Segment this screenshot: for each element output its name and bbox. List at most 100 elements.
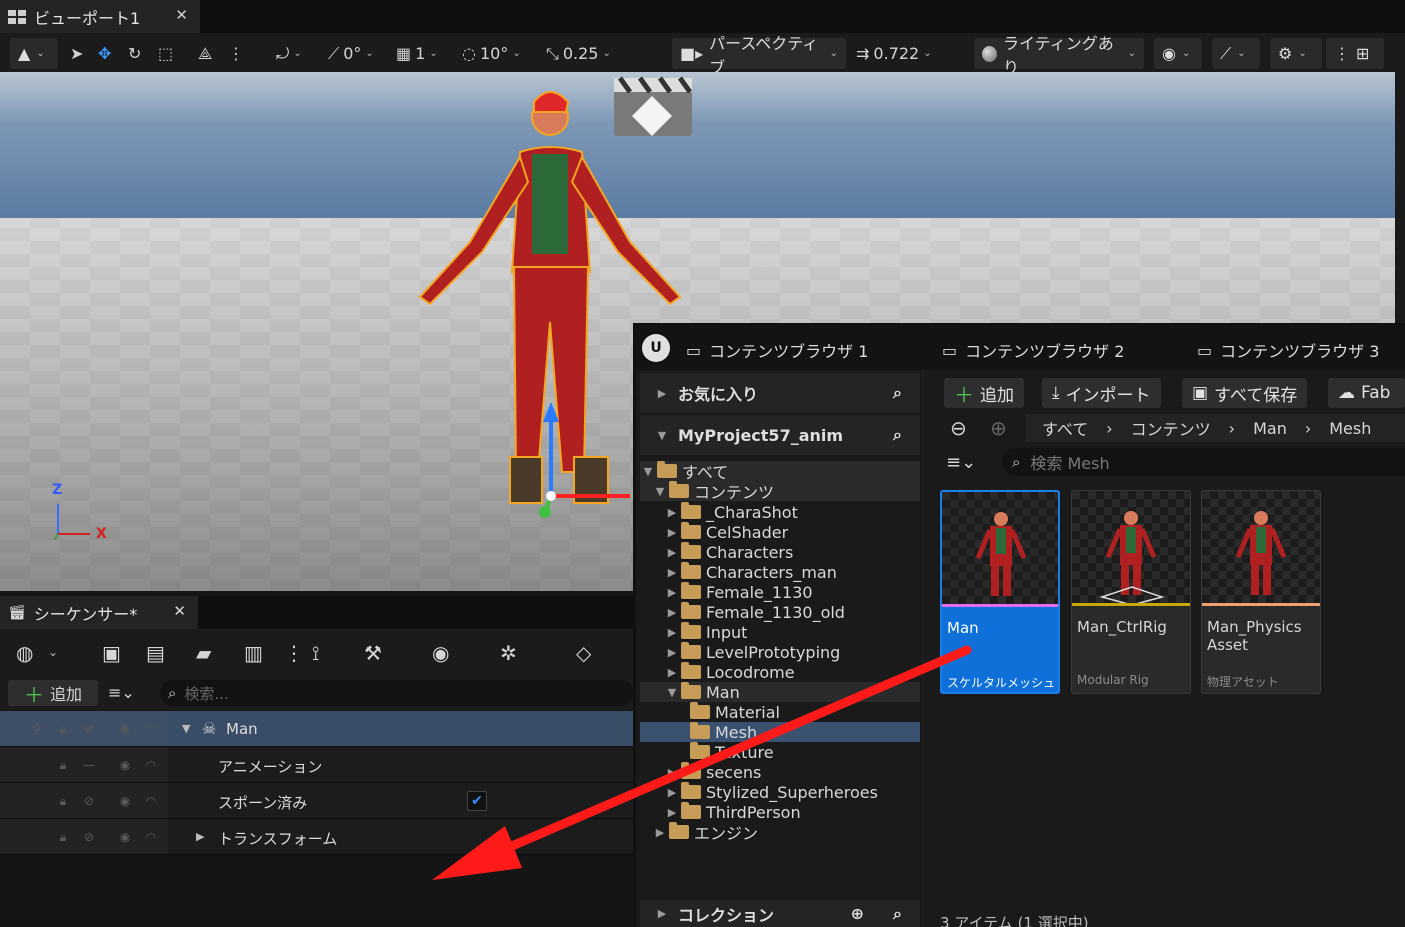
select-tool-button[interactable]: ➤ — [70, 40, 83, 67]
track-row-man[interactable]: ⚲ 🔒︎ ⊘ ◉ ◠ ▼ ☠ Man — [0, 711, 633, 747]
wrench-icon[interactable]: ⚒ — [364, 641, 382, 665]
tree-item-folder[interactable]: ▶ secens — [666, 762, 761, 782]
tree-item-folder[interactable]: ▶ Stylized_Superheroes — [666, 782, 878, 802]
more-options-icon[interactable]: ⋮ — [284, 641, 304, 665]
select-mode-dropdown[interactable]: ▲ ⌄ — [10, 38, 58, 69]
asset-tile-physics[interactable]: Man_Physics Asset 物理アセット — [1201, 490, 1321, 694]
snap-settings-icon[interactable]: ✲ — [500, 641, 517, 665]
surface-snap-dropdown[interactable]: ⤾ ⌄ — [276, 40, 302, 67]
grid-snap-dropdown[interactable]: ▦ 1 ⌄ — [396, 40, 438, 67]
scale-snap-dropdown[interactable]: ⤡ 0.25 ⌄ — [546, 40, 611, 67]
solo-icon[interactable]: ◠ — [144, 830, 158, 844]
search-icon[interactable]: ⌕ — [893, 425, 902, 445]
tree-item-folder[interactable]: ▶ Characters — [666, 542, 793, 562]
add-collection-icon[interactable]: ⊕ — [851, 904, 864, 923]
track-row-transform[interactable]: 🔒︎ ⊘ ◉ ◠ ▶ トランスフォーム — [0, 819, 633, 855]
keyframe-icon[interactable]: ◇ — [576, 641, 591, 665]
realtime-dropdown[interactable]: ⟋ ⌄ — [1212, 38, 1260, 69]
curve-editor-icon[interactable]: ⟟ — [312, 641, 319, 665]
tree-item-texture[interactable]: Texture — [690, 742, 774, 762]
tree-item-all[interactable]: ▼ すべて — [642, 461, 728, 482]
tree-item-folder[interactable]: ▶ LevelPrototyping — [666, 642, 840, 662]
coordinate-system-button[interactable]: ⟁ — [198, 40, 212, 67]
clapboard-icon[interactable]: ▥ — [244, 641, 263, 665]
unreal-logo-icon[interactable]: U — [642, 334, 670, 362]
tree-item-folder[interactable]: ▶ ThirdPerson — [666, 802, 801, 822]
tree-item-folder[interactable]: ▶ _CharaShot — [666, 502, 798, 522]
eye-icon[interactable]: ◉ — [118, 794, 132, 808]
pin-icon[interactable]: ⚲ — [30, 722, 44, 736]
world-icon[interactable]: ◍ — [16, 641, 33, 665]
tree-item-material[interactable]: Material — [690, 702, 780, 722]
camera-speed-dropdown[interactable]: ⇉ 0.722 ⌄ — [856, 40, 932, 67]
filter-icon[interactable]: ≡⌄ — [946, 452, 976, 473]
perspective-dropdown[interactable]: ■▸ パースペクティブ ⌄ — [672, 34, 846, 77]
solo-icon[interactable]: ◠ — [144, 794, 158, 808]
solo-icon[interactable]: ◠ — [144, 722, 158, 736]
tab-content-browser-3[interactable]: ▭ コンテンツブラウザ 3 — [1197, 338, 1379, 362]
render-movie-icon[interactable]: ▰ — [196, 641, 211, 665]
sequencer-search-field[interactable]: ⌕ 検索... — [160, 680, 633, 706]
close-icon[interactable]: ✕ — [173, 602, 186, 620]
tree-item-engine[interactable]: ▶ エンジン — [654, 822, 758, 843]
track-row-spawned[interactable]: 🔒︎ ⊘ ◉ ◠ スポーン済み ✔ — [0, 783, 633, 819]
scale-tool-button[interactable]: ⬚ — [158, 40, 173, 67]
eye-icon[interactable]: ◉ — [118, 722, 132, 736]
tree-item-folder[interactable]: ▶ Female_1130 — [666, 582, 813, 602]
save-sequence-icon[interactable]: ▣ — [102, 641, 121, 665]
back-icon[interactable]: ⊖ — [950, 416, 967, 440]
viewport-tab[interactable]: ビューポート1 ✕ — [0, 0, 200, 33]
add-button[interactable]: ＋ 追加 — [944, 378, 1024, 408]
deactivate-icon[interactable]: ⊘ — [82, 722, 96, 736]
tree-item-folder[interactable]: ▶ Input — [666, 622, 747, 642]
save-all-button[interactable]: ▣ すべて保存 — [1182, 378, 1308, 408]
fab-button[interactable]: ☁ Fab — [1328, 378, 1405, 408]
eye-icon[interactable]: ◉ — [432, 641, 449, 665]
lock-icon[interactable]: 🔒︎ — [56, 758, 70, 772]
spawned-checkbox[interactable]: ✔ — [467, 791, 487, 811]
favorites-section[interactable]: ▶ お気に入り ⌕ — [640, 373, 920, 413]
show-dropdown[interactable]: ◉ ⌄ — [1154, 38, 1202, 69]
deactivate-icon[interactable]: ⊘ — [82, 794, 96, 808]
breadcrumb-item[interactable]: Man — [1253, 419, 1287, 438]
track-row-animation[interactable]: 🔒︎ — ◉ ◠ アニメーション — [0, 747, 633, 783]
tree-item-content[interactable]: ▼ コンテンツ — [654, 481, 774, 502]
angle-snap-dropdown[interactable]: ◌ 10° ⌄ — [462, 40, 521, 67]
deactivate-icon[interactable]: ⊘ — [82, 830, 96, 844]
eye-icon[interactable]: ◉ — [118, 830, 132, 844]
breadcrumb-item[interactable]: すべて — [1042, 416, 1088, 440]
settings-dropdown[interactable]: ⚙ ⌄ — [1270, 38, 1322, 69]
add-track-button[interactable]: ＋ 追加 — [8, 680, 98, 707]
rotation-snap-dropdown[interactable]: ⟋ 0° ⌄ — [328, 40, 374, 67]
forward-icon[interactable]: ⊕ — [990, 416, 1007, 440]
tree-item-folder[interactable]: ▶ Locodrome — [666, 662, 795, 682]
layout-buttons[interactable]: ⋮ ⊞ — [1326, 38, 1384, 69]
more-options-button[interactable]: ⋮ — [228, 40, 244, 67]
project-section[interactable]: ▼ MyProject57_anim ⌕ — [640, 415, 920, 455]
eye-icon[interactable]: ◉ — [118, 758, 132, 772]
expand-down-icon[interactable]: ▼ — [182, 722, 190, 735]
translate-tool-button[interactable]: ✥ — [98, 40, 111, 67]
tree-item-folder[interactable]: ▶ Characters_man — [666, 562, 837, 582]
solo-icon[interactable]: ◠ — [144, 758, 158, 772]
lighting-dropdown[interactable]: ライティングあり ⌄ — [974, 34, 1144, 77]
close-icon[interactable]: ✕ — [175, 6, 188, 24]
lock-icon[interactable]: 🔒︎ — [56, 722, 70, 736]
breadcrumb-item[interactable]: コンテンツ — [1131, 416, 1211, 440]
breadcrumb-item[interactable]: Mesh — [1329, 419, 1371, 438]
lock-icon[interactable]: 🔒︎ — [56, 830, 70, 844]
asset-tile-ctrlrig[interactable]: Man_CtrlRig Modular Rig — [1071, 490, 1191, 694]
tree-item-folder[interactable]: ▶ Female_1130_old — [666, 602, 845, 622]
collections-section[interactable]: ▶ コレクション ⊕ ⌕ — [640, 900, 920, 927]
search-icon[interactable]: ⌕ — [893, 383, 902, 403]
tree-item-folder-man[interactable]: ▼ Man — [666, 682, 740, 702]
expand-right-icon[interactable]: ▶ — [196, 830, 204, 843]
rotate-tool-button[interactable]: ↻ — [128, 40, 141, 67]
tree-item-folder[interactable]: ▶ CelShader — [666, 522, 788, 542]
import-button[interactable]: ⤓ インポート — [1042, 378, 1161, 408]
lock-icon[interactable]: 🔒︎ — [56, 794, 70, 808]
tree-item-mesh[interactable]: Mesh — [690, 722, 757, 742]
sequencer-tab[interactable]: 🎬︎ シーケンサー* ✕ — [0, 596, 198, 629]
find-in-browser-icon[interactable]: ▤ — [146, 641, 165, 665]
tab-content-browser-1[interactable]: ▭ コンテンツブラウザ 1 — [686, 338, 868, 362]
